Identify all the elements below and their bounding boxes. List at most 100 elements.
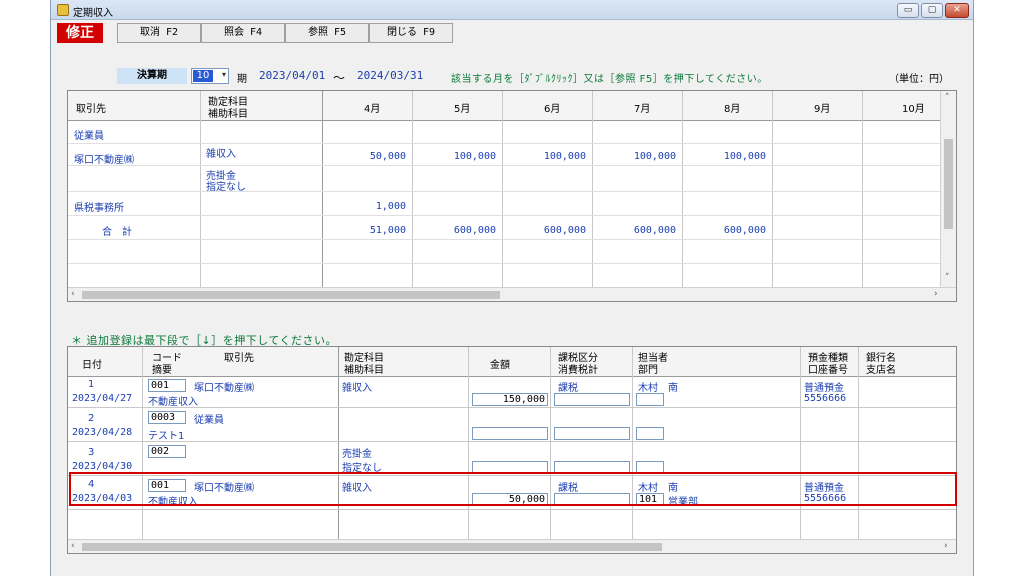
row-divider [68,263,942,264]
col-divider [468,347,469,541]
row-divider [68,475,956,476]
department-code-input[interactable] [636,393,664,406]
partner-cell[interactable]: 従業員 [194,411,224,426]
amount-input[interactable]: 50,000 [472,493,548,506]
header-summary: 摘要 [152,365,172,376]
period-select[interactable]: 10 ▾ [191,68,229,84]
mode-indicator: 修正 [57,23,103,43]
cancel-button[interactable]: 取消 F2 [117,23,201,43]
row-divider [68,215,942,216]
restore-button[interactable]: ▢ [921,3,943,18]
entry-date[interactable]: 2023/04/30 [72,461,132,472]
amount-input[interactable]: 150,000 [472,393,548,406]
unit-label: （単位：円） [889,74,949,85]
month-value-cell[interactable]: 100,000 [682,151,766,162]
month-value-cell[interactable]: 100,000 [502,151,586,162]
close-button[interactable]: 閉じる F9 [369,23,453,43]
scroll-right-icon[interactable]: › [934,289,938,299]
date-to: 2024/03/31 [357,69,424,82]
partner-cell[interactable]: 塚口不動産㈱ [194,479,254,494]
col-divider [800,347,801,541]
summary-cell[interactable]: 不動産収入 [148,393,198,408]
deposit-type-cell[interactable]: 普通預金 [804,479,844,494]
header-month-5: 5月 [454,104,471,115]
amount-input[interactable] [472,427,548,440]
account-cell[interactable]: 雑収入 [342,379,372,394]
scroll-left-icon[interactable]: ‹ [71,289,75,299]
account-cell[interactable]: 売掛金 [342,445,372,460]
col-divider [200,91,201,289]
header-department: 部門 [638,365,658,376]
tax-class-cell[interactable]: 課税 [558,479,578,494]
code-input[interactable]: 002 [148,445,186,458]
period-filter: 決算期 10 ▾ 期 2023/04/01 〜 2024/03/31 該当する月… [51,64,973,86]
horizontal-scrollbar[interactable]: ‹ › [68,287,956,301]
partner-cell[interactable]: 従業員 [74,127,104,142]
row-divider [68,407,956,408]
total-value-cell: 51,000 [369,225,406,236]
partner-cell[interactable]: 塚口不動産㈱ [74,151,134,166]
month-value-cell[interactable]: 50,000 [322,151,406,162]
header-month-7: 7月 [634,104,651,115]
sub-account-cell[interactable]: 指定なし [206,178,246,193]
partner-cell[interactable]: 県税事務所 [74,199,124,214]
total-label: 合 計 [102,227,132,238]
header-month-10: 10月 [902,104,925,115]
scroll-down-icon[interactable]: ˅ [945,273,950,283]
month-value-cell[interactable]: 1,000 [322,201,406,212]
inquiry-button[interactable]: 照会 F4 [201,23,285,43]
entry-date[interactable]: 2023/04/28 [72,427,132,438]
code-input[interactable]: 0003 [148,411,186,424]
code-input[interactable]: 001 [148,479,186,492]
account-cell[interactable]: 雑収入 [342,479,372,494]
close-window-button[interactable]: ✕ [945,3,969,18]
person-cell[interactable]: 木村 南 [638,379,678,394]
person-cell[interactable]: 木村 南 [638,479,678,494]
summary-cell[interactable]: テスト1 [148,427,184,442]
entry-date[interactable]: 2023/04/03 [72,493,132,504]
vertical-scrollbar[interactable]: ˄ ˅ [940,91,956,287]
partner-cell[interactable]: 塚口不動産㈱ [194,379,254,394]
entry-grid-header: 日付 コード 摘要 取引先 勘定科目 補助科目 金額 課税区分 消費税計 担当者… [68,347,956,377]
scroll-right-icon[interactable]: › [944,541,948,551]
col-divider [862,91,863,289]
scroll-thumb[interactable] [82,291,500,299]
row-divider [68,239,942,240]
department-code-input[interactable]: 101 [636,493,664,506]
entry-date[interactable]: 2023/04/27 [72,393,132,404]
app-window: 定期収入 ▭ ▢ ✕ 修正 取消 F2 照会 F4 参照 F5 閉じる F9 決… [50,0,974,576]
date-from: 2023/04/01 [259,69,326,82]
col-divider [550,347,551,541]
tax-total-input[interactable] [554,393,630,406]
tax-class-cell[interactable]: 課税 [558,379,578,394]
department-code-input[interactable] [636,461,664,474]
scroll-thumb[interactable] [82,543,662,551]
account-number-cell[interactable]: 5556666 [804,493,846,504]
reference-button[interactable]: 参照 F5 [285,23,369,43]
app-icon [57,4,69,16]
department-cell[interactable]: 営業部 [668,493,698,508]
month-value-cell[interactable]: 100,000 [592,151,676,162]
month-value-cell[interactable]: 100,000 [412,151,496,162]
minimize-button[interactable]: ▭ [897,3,919,18]
deposit-type-cell[interactable]: 普通預金 [804,379,844,394]
tax-total-input[interactable] [554,427,630,440]
header-amount: 金額 [490,360,510,371]
header-tax-total: 消費税計 [558,365,598,376]
header-month-6: 6月 [544,104,561,115]
amount-input[interactable] [472,461,548,474]
tax-total-input[interactable] [554,461,630,474]
scroll-left-icon[interactable]: ‹ [71,541,75,551]
scroll-up-icon[interactable]: ˄ [945,93,950,103]
summary-cell[interactable]: 不動産収入 [148,493,198,508]
sub-account-cell[interactable]: 指定なし [342,459,382,474]
account-number-cell[interactable]: 5556666 [804,393,846,404]
tax-total-input[interactable] [554,493,630,506]
period-value: 10 [193,70,213,82]
account-cell[interactable]: 雑収入 [206,145,236,160]
horizontal-scrollbar[interactable]: ‹ › [68,539,956,553]
scroll-thumb[interactable] [944,139,953,229]
department-code-input[interactable] [636,427,664,440]
col-divider [858,347,859,541]
code-input[interactable]: 001 [148,379,186,392]
